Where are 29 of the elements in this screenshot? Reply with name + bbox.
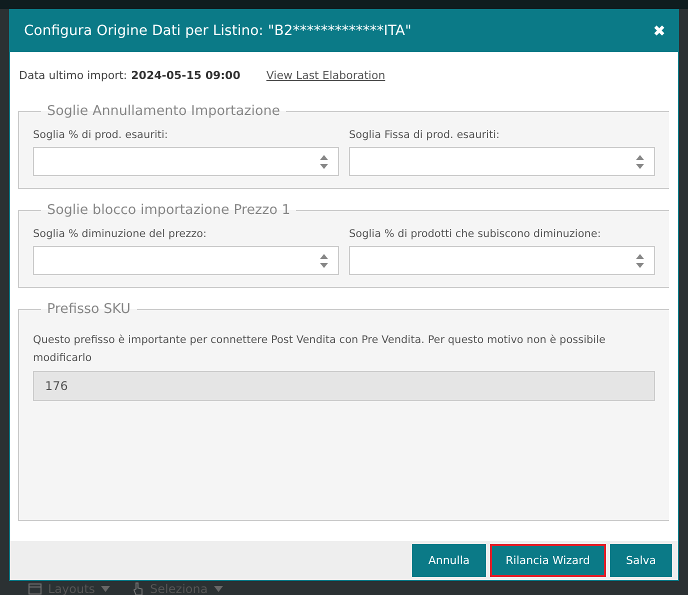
dialog-button[interactable]: Annulla [412, 544, 486, 577]
dialog-button[interactable]: Rilancia Wizard [490, 544, 606, 577]
help-text: Questo prefisso è importante per connettere Post Vendita con Pre Vendita. Per questo motivo non è possibile modificarlo [33, 333, 606, 366]
spinner-icon[interactable] [635, 252, 645, 268]
field-label: Soglia % diminuzione del prezzo: [33, 228, 208, 240]
spinner-icon[interactable] [319, 154, 329, 170]
field-label: Soglia % di prod. esauriti: [33, 129, 169, 141]
import-label: Data ultimo import: [19, 69, 128, 82]
caret-icon[interactable] [214, 586, 223, 592]
spinner-icon[interactable] [319, 252, 329, 268]
number-field[interactable] [349, 246, 655, 275]
number-field[interactable] [33, 246, 339, 275]
caret-icon[interactable] [101, 586, 110, 592]
number-field[interactable] [349, 147, 655, 176]
field-label: Soglia % di prodotti che subiscono diminuzione: [349, 228, 602, 240]
import-date: 2024-05-15 09:00 [131, 69, 240, 82]
dialog-button[interactable]: Salva [610, 544, 672, 577]
sku-prefix-field: 176 [33, 371, 655, 401]
section-title: Soglie Annullamento Importazione [46, 103, 282, 119]
close-button[interactable]: ✖ [653, 22, 666, 40]
field-label: Soglia Fissa di prod. esauriti: [349, 129, 501, 141]
number-field[interactable] [33, 147, 339, 176]
window-icon[interactable] [28, 583, 42, 595]
hand-icon[interactable] [132, 582, 144, 595]
section-title: Soglie blocco importazione Prezzo 1 [46, 202, 292, 218]
dialog-title: Configura Origine Dati per Listino: "B2*************ITA" [24, 22, 412, 38]
view-elaboration-link[interactable]: View Last Elaboration [266, 69, 386, 82]
section-title: Prefisso SKU [46, 301, 132, 317]
spinner-icon[interactable] [635, 154, 645, 170]
